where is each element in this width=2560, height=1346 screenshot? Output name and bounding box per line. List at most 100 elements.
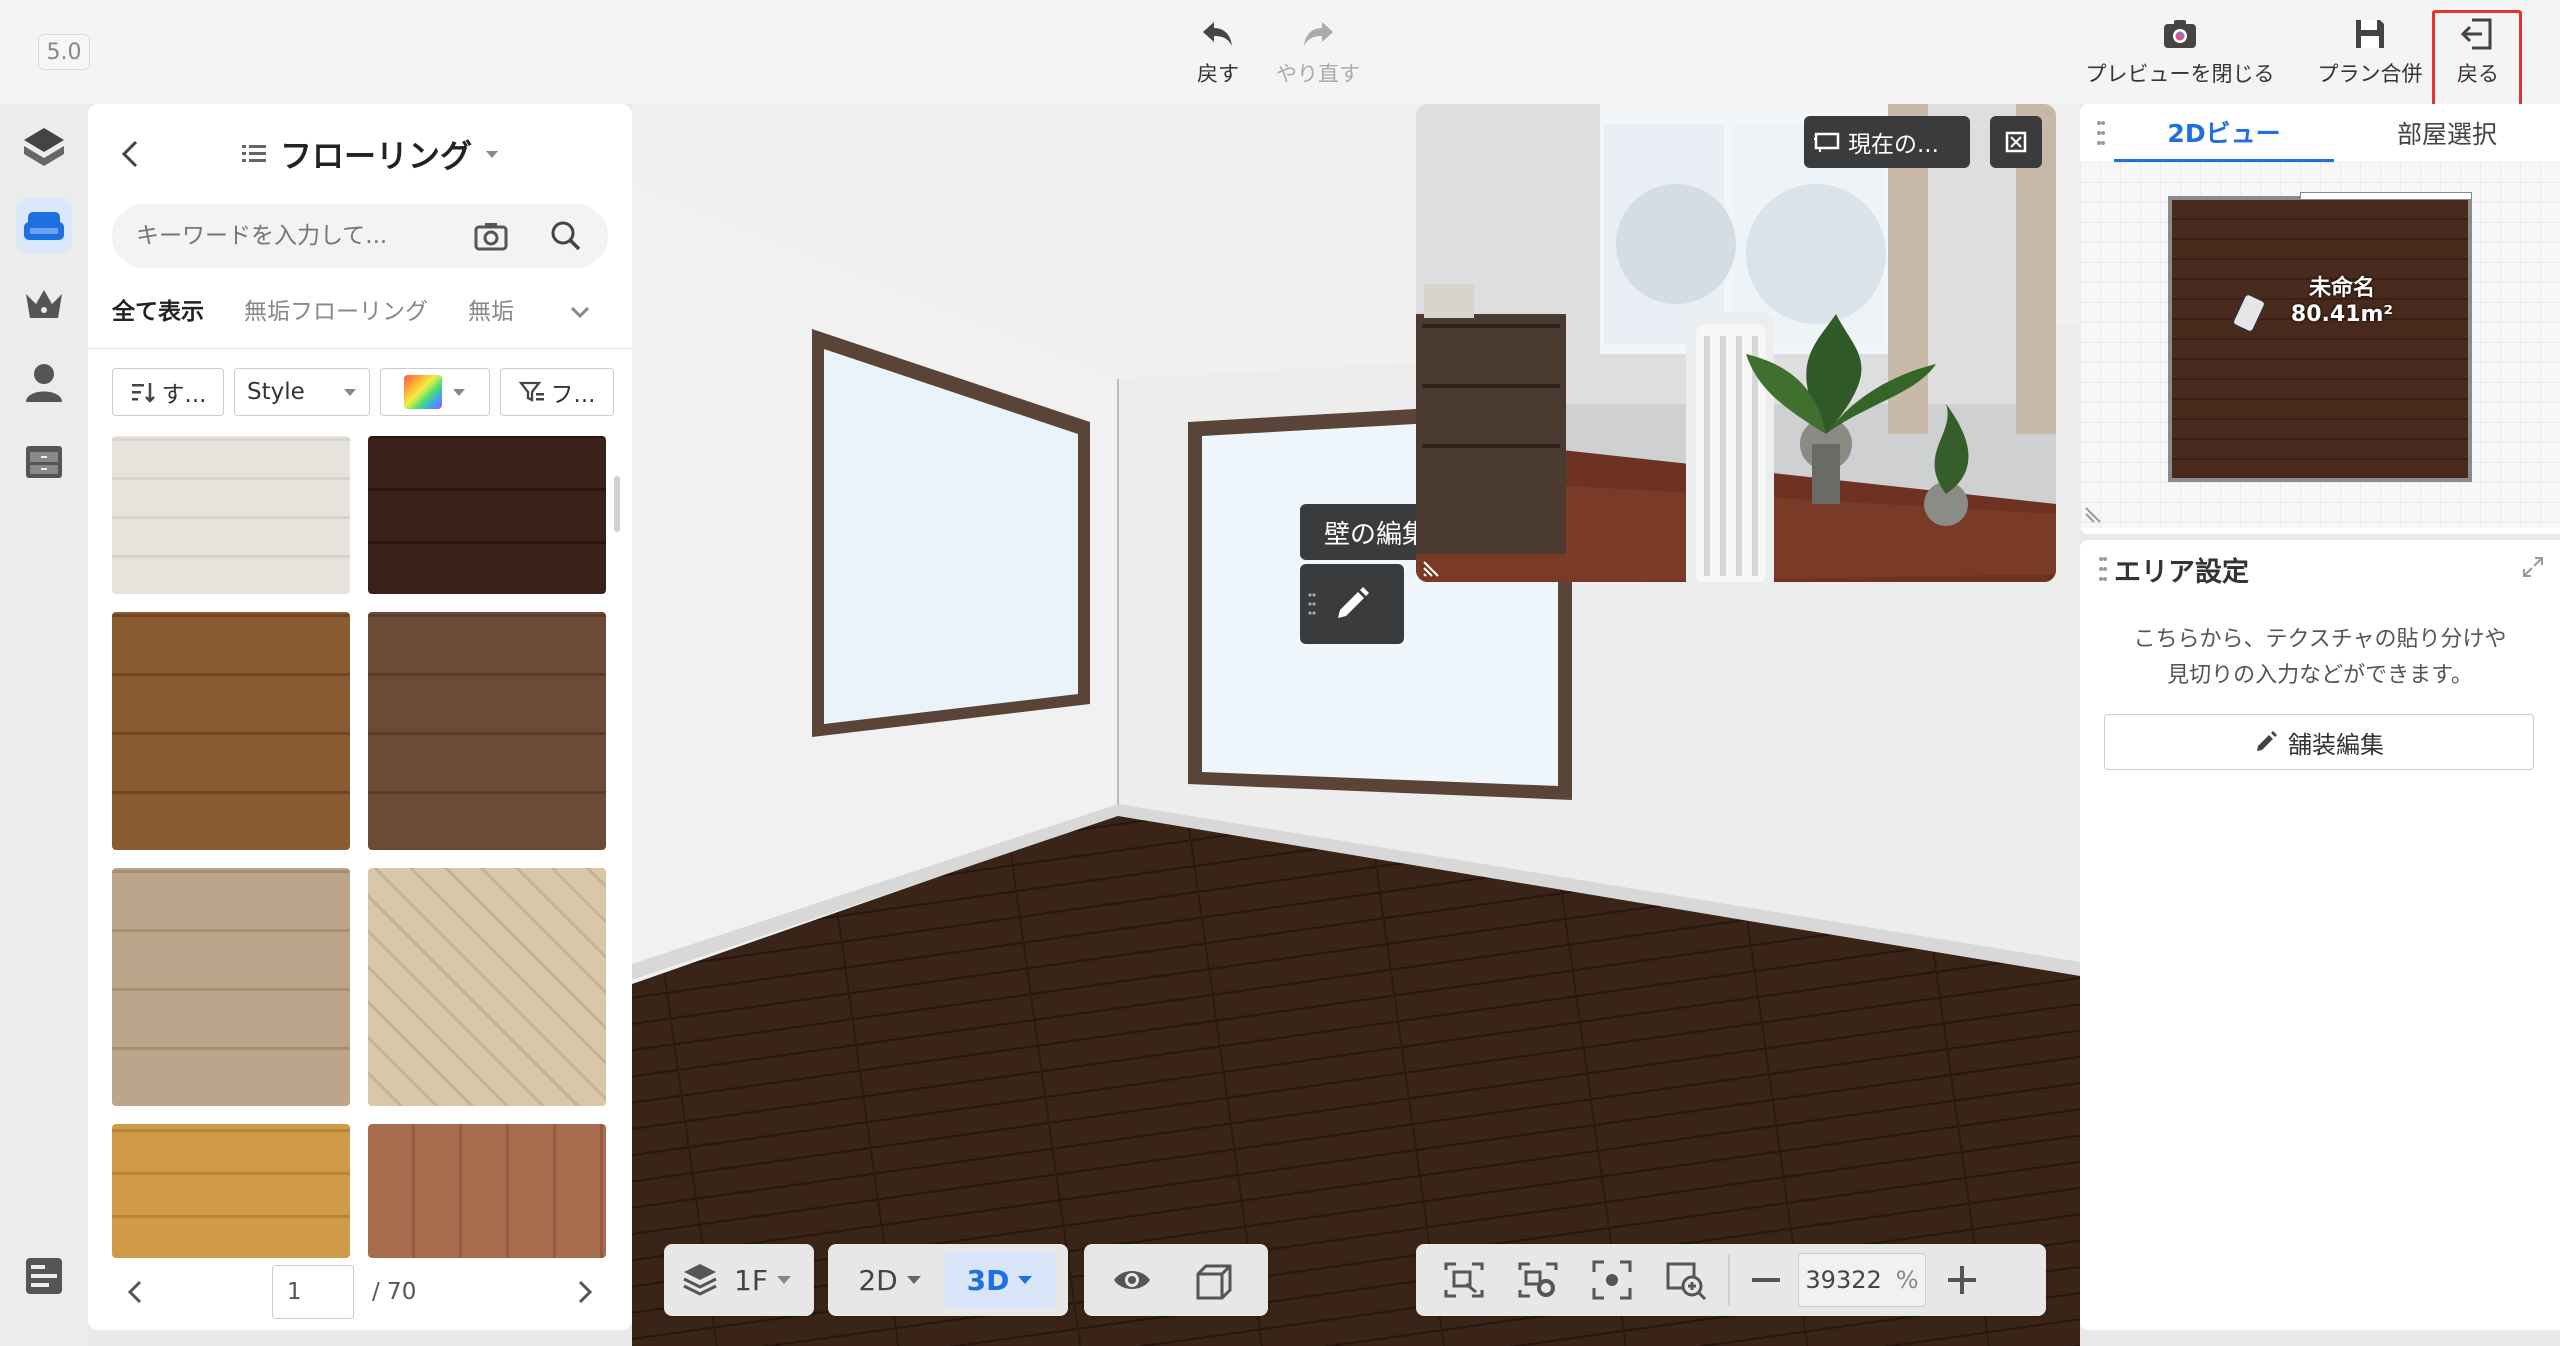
rail-premium-button[interactable] (16, 276, 72, 332)
prev-page-icon[interactable] (124, 1278, 148, 1306)
mode-3d-button[interactable]: 3D (944, 1252, 1056, 1308)
user-icon (26, 364, 62, 402)
zoom-in-icon[interactable] (1944, 1262, 1980, 1298)
preview-fullscreen-button[interactable] (1990, 116, 2042, 168)
rail-build-button[interactable] (16, 120, 72, 176)
rail-list-button[interactable] (16, 1248, 72, 1304)
zoom-out-icon[interactable] (1748, 1262, 1784, 1298)
redo-button[interactable]: やり直す (1268, 14, 1368, 88)
category-title[interactable]: フローリング (240, 132, 500, 176)
page-current: 1 (287, 1279, 302, 1305)
sort-filter-label: す... (161, 382, 207, 408)
room-name: 未命名 (2308, 276, 2375, 301)
resize-handle-icon[interactable] (1422, 556, 1444, 578)
zoom-unit: % (1895, 1266, 1919, 1294)
style-filter-button[interactable]: Style (234, 368, 370, 416)
plan-merge-label: プラン合併 (2317, 62, 2423, 86)
view-settings-icon[interactable] (1516, 1258, 1560, 1302)
redo-icon (1304, 22, 1333, 46)
undo-label: 戻す (1197, 62, 1239, 86)
panel-back-button[interactable] (118, 134, 150, 174)
sort-filter-button[interactable]: す... (112, 368, 224, 416)
save-icon (2356, 20, 2384, 48)
zoom-window-icon[interactable] (1664, 1258, 1708, 1302)
caret-down-icon (344, 389, 356, 396)
area-settings-desc-line-2: 見切りの入力などができます。 (2167, 663, 2473, 688)
list-icon (242, 145, 266, 162)
render-preview[interactable]: 現在の... (1416, 104, 2056, 582)
page-input[interactable]: 1 (272, 1265, 354, 1319)
rail-profile-button[interactable] (16, 354, 72, 410)
close-preview-button[interactable]: プレビューを閉じる (2080, 14, 2280, 88)
caret-down-icon (486, 151, 499, 158)
category-tabs: 全て表示 無垢フローリング 無垢 (112, 292, 514, 332)
floor-selector[interactable]: 1F (664, 1244, 814, 1316)
next-page-icon[interactable] (572, 1278, 596, 1306)
style-filter-label: Style (247, 379, 305, 405)
rail-storage-button[interactable] (16, 434, 72, 490)
preview-render-image (1416, 104, 2056, 582)
area-settings-desc-line-1: こちらから、テクスチャの貼り分けや (2133, 627, 2507, 652)
list-panel-icon (26, 1258, 62, 1294)
plan-merge-button[interactable]: プラン合併 (2310, 14, 2430, 88)
tab-2d-view[interactable]: 2Dビュー (2114, 104, 2334, 162)
layers-icon (683, 1264, 717, 1296)
zoom-input[interactable]: 39322 % (1798, 1253, 1926, 1307)
rail-furniture-button[interactable] (16, 198, 72, 254)
tabs-expand-icon[interactable] (568, 302, 592, 322)
area-settings-title: エリア設定 (2114, 557, 2249, 588)
drag-handle-icon (1308, 593, 1316, 615)
eye-icon[interactable] (1110, 1258, 1154, 1302)
minimap-room[interactable]: 未命名 80.41m² (2168, 196, 2472, 482)
redo-label: やり直す (1276, 62, 1360, 86)
display-tools (1084, 1244, 1268, 1316)
attribute-filter-button[interactable]: フ... (500, 368, 614, 416)
search-input[interactable] (136, 223, 476, 249)
flooring-swatch[interactable] (368, 612, 606, 850)
tab-room-select[interactable]: 部屋選択 (2334, 104, 2560, 162)
caret-down-icon (906, 1276, 921, 1284)
zoom-value: 39322 (1805, 1266, 1882, 1294)
drag-handle-icon[interactable] (2096, 120, 2106, 146)
flooring-swatch[interactable] (368, 1124, 606, 1258)
attribute-filter-label: フ... (550, 382, 596, 408)
resize-handle-icon[interactable] (2084, 502, 2106, 524)
preview-view-select[interactable]: 現在の... (1804, 116, 1970, 168)
area-settings-description: こちらから、テクスチャの貼り分けや 見切りの入力などができます。 (2080, 622, 2560, 694)
tab-all[interactable]: 全て表示 (112, 292, 204, 332)
wall-edit-tooltip: 壁の編集 (1300, 504, 1416, 560)
flooring-swatch[interactable] (368, 436, 606, 594)
list-scrollbar[interactable] (614, 476, 620, 532)
room-area: 80.41m² (2290, 302, 2394, 327)
search-icon[interactable] (550, 220, 582, 252)
flooring-swatch[interactable] (368, 868, 606, 1106)
pencil-icon (2257, 731, 2277, 751)
flooring-swatch[interactable] (112, 868, 350, 1106)
minimap-wall-opening (2300, 192, 2472, 200)
category-title-label: フローリング (280, 137, 473, 175)
mode-3d-label: 3D (966, 1263, 1010, 1297)
tab-solid[interactable]: 無垢 (468, 292, 514, 332)
flooring-swatch[interactable] (112, 436, 350, 594)
flooring-swatch[interactable] (112, 612, 350, 850)
search-bar (112, 204, 608, 268)
mode-2d-button[interactable]: 2D (836, 1252, 944, 1308)
caret-down-icon (1018, 1276, 1033, 1284)
minimap-canvas[interactable]: 未命名 80.41m² (2080, 162, 2560, 528)
wall-edit-button[interactable] (1300, 564, 1404, 644)
color-filter-button[interactable] (380, 368, 490, 416)
expand-icon[interactable] (2522, 556, 2544, 578)
focus-icon[interactable] (1590, 1258, 1634, 1302)
undo-button[interactable]: 戻す (1186, 14, 1250, 88)
camera-marker-icon[interactable] (2232, 288, 2272, 338)
cube-icon[interactable] (1192, 1258, 1236, 1302)
paint-edit-button[interactable]: 舗装編集 (2104, 714, 2534, 770)
flooring-swatch[interactable] (112, 1124, 350, 1258)
caret-down-icon (776, 1276, 791, 1284)
camera-search-icon[interactable] (474, 220, 508, 252)
fit-view-icon[interactable] (1442, 1258, 1486, 1302)
close-preview-label: プレビューを閉じる (2085, 62, 2275, 86)
sofa-icon (24, 212, 64, 240)
tab-solid-flooring[interactable]: 無垢フローリング (244, 292, 428, 332)
drag-handle-icon[interactable] (2098, 556, 2108, 582)
